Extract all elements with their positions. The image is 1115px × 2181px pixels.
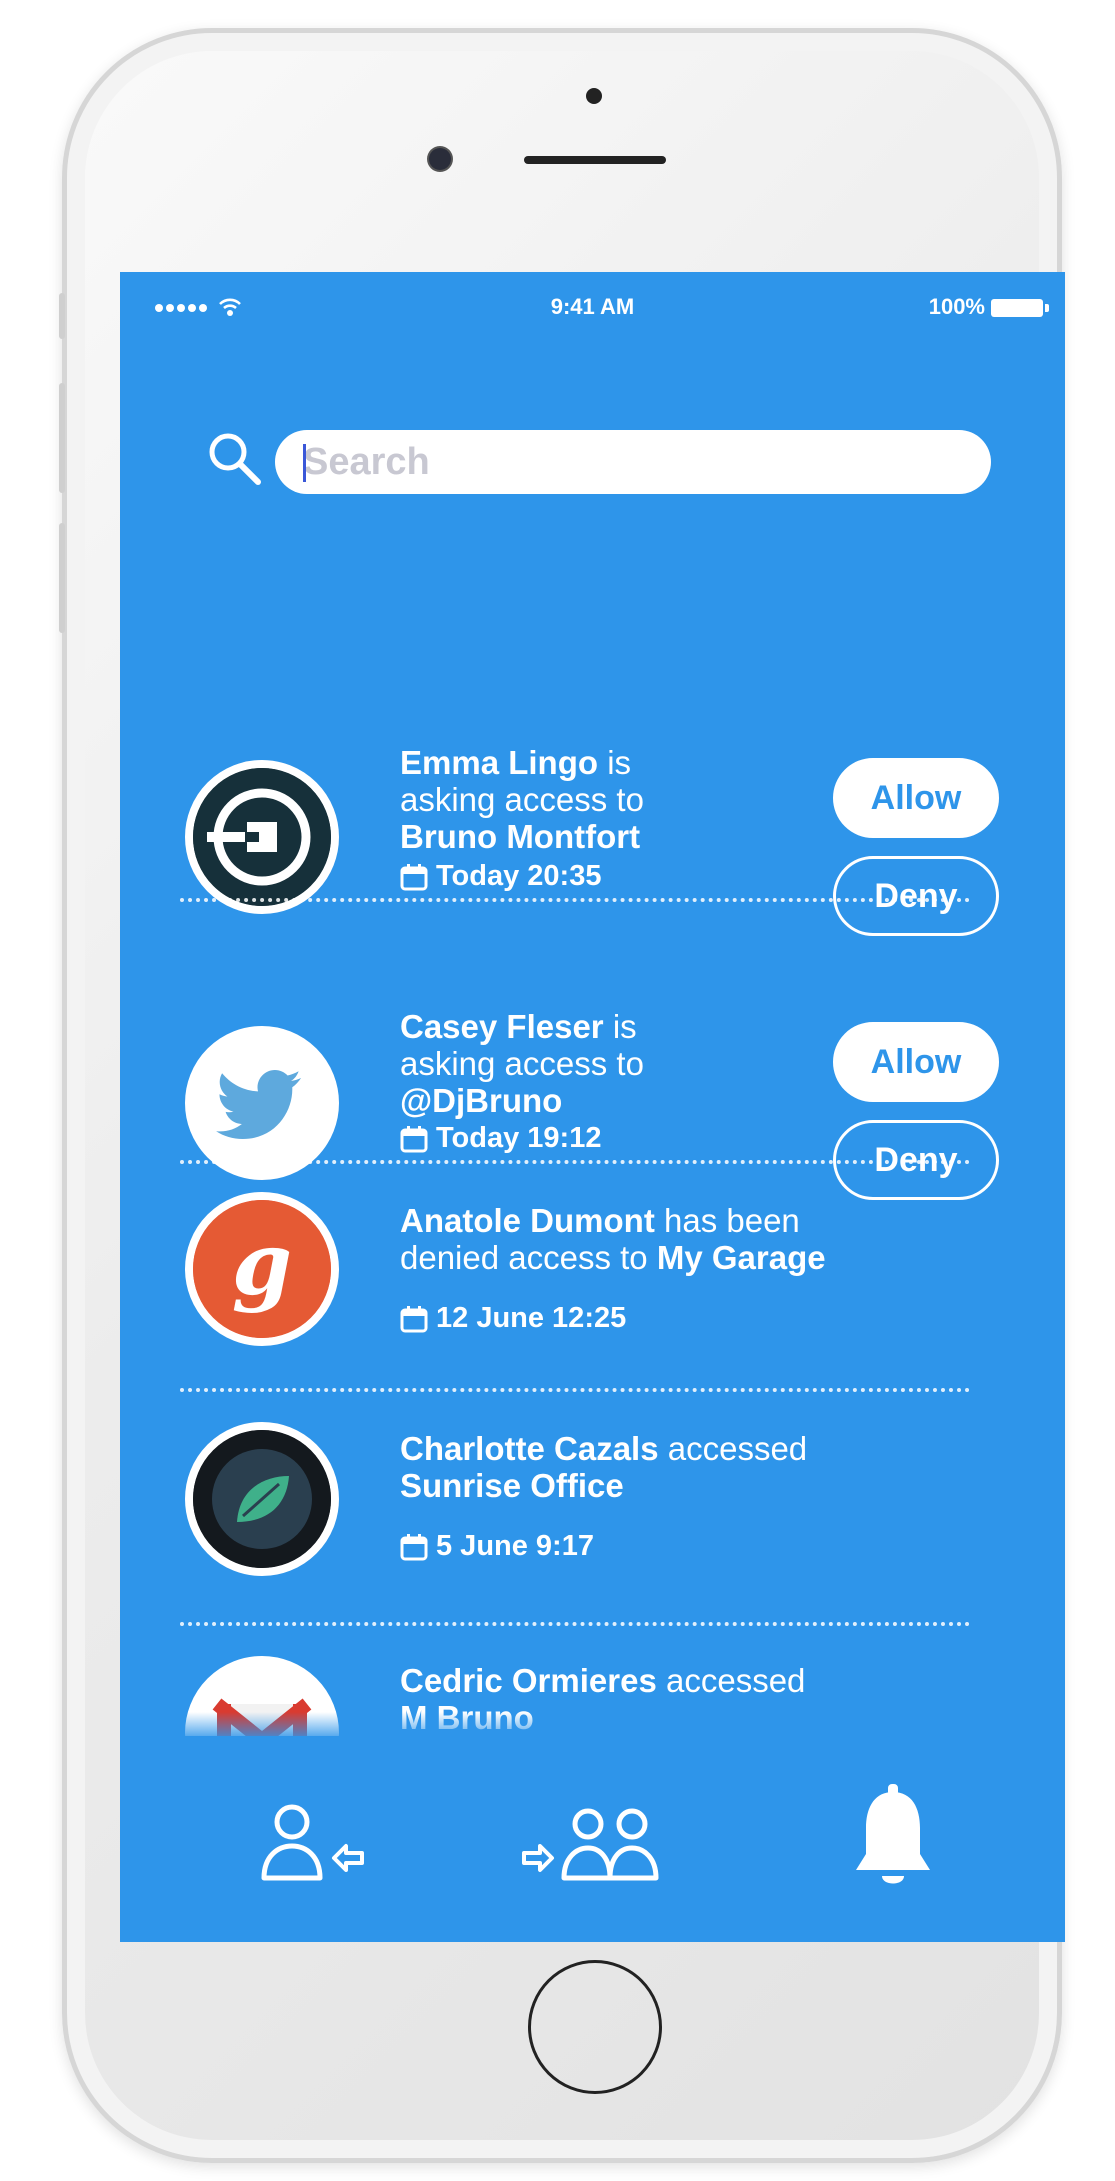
dotted-divider (180, 1160, 970, 1164)
date-text: Today 19:12 (436, 1122, 602, 1154)
uber-icon (185, 760, 339, 914)
date-text: 12 June 12:25 (436, 1302, 627, 1334)
proximity-sensor (586, 88, 602, 104)
calendar-icon (400, 1533, 428, 1560)
target-name: Sunrise Office (400, 1467, 624, 1504)
requester-name: Emma Lingo (400, 744, 599, 781)
actor-name: Cedric Ormieres (400, 1662, 657, 1699)
dotted-divider (180, 1622, 970, 1626)
app-screen: 9:41 AM 100% Emma Lingo is asking access… (120, 272, 1065, 1942)
request-message: Emma Lingo is asking access to Bruno Mon… (400, 744, 644, 855)
battery-icon (991, 299, 1049, 317)
deny-button[interactable]: Deny (833, 856, 999, 936)
group-outgoing-icon[interactable] (520, 1802, 670, 1886)
bell-icon[interactable] (850, 1782, 936, 1892)
timestamp: Today 20:35 (400, 860, 601, 893)
message-text: asking access to (400, 781, 644, 818)
target-name: My Garage (656, 1239, 826, 1276)
dotted-divider (180, 898, 970, 902)
event-message: Anatole Dumont has been denied access to… (400, 1202, 826, 1276)
message-text: accessed (665, 1662, 806, 1699)
status-bar: 9:41 AM 100% (120, 292, 1065, 324)
calendar-icon (400, 1305, 428, 1332)
timestamp: 5 June 9:17 (400, 1530, 594, 1563)
search-input[interactable] (275, 430, 991, 494)
volume-up-button (59, 383, 65, 493)
silent-switch (59, 293, 65, 339)
home-button[interactable] (528, 1960, 662, 2094)
garage-g-icon: g (185, 1192, 339, 1346)
calendar-icon (400, 1125, 428, 1152)
allow-button[interactable]: Allow (833, 758, 999, 838)
calendar-icon (400, 863, 428, 890)
message-text: accessed (667, 1430, 808, 1467)
status-time: 9:41 AM (550, 294, 635, 319)
user-incoming-icon[interactable] (258, 1802, 368, 1886)
timestamp: 12 June 12:25 (400, 1302, 626, 1335)
target-name: Bruno Montfort (400, 818, 641, 855)
message-text: is (607, 744, 632, 781)
twitter-icon (185, 1026, 339, 1180)
front-camera (429, 148, 451, 170)
tab-bar (120, 1736, 1065, 1942)
message-text: is (612, 1008, 637, 1045)
dotted-divider (180, 1388, 970, 1392)
svg-text:g: g (232, 1214, 292, 1315)
timestamp: Today 19:12 (400, 1122, 601, 1155)
message-text: asking access to (400, 1045, 644, 1082)
battery-percent: 100% (928, 294, 985, 319)
requester-name: Casey Fleser (400, 1008, 604, 1045)
date-text: 5 June 9:17 (436, 1530, 594, 1562)
actor-name: Charlotte Cazals (400, 1430, 659, 1467)
message-text: denied access to (400, 1239, 648, 1276)
actor-name: Anatole Dumont (400, 1202, 655, 1239)
date-text: Today 20:35 (436, 860, 602, 892)
volume-down-button (59, 523, 65, 633)
search-icon[interactable] (204, 428, 264, 488)
leaf-icon (185, 1422, 339, 1576)
earpiece-speaker (524, 156, 666, 164)
request-message: Casey Fleser is asking access to @DjBrun… (400, 1008, 644, 1119)
target-name: @DjBruno (400, 1082, 563, 1119)
text-cursor (303, 444, 306, 482)
message-text: has been (664, 1202, 800, 1239)
allow-button[interactable]: Allow (833, 1022, 999, 1102)
event-message: Charlotte Cazals accessed Sunrise Office (400, 1430, 807, 1504)
